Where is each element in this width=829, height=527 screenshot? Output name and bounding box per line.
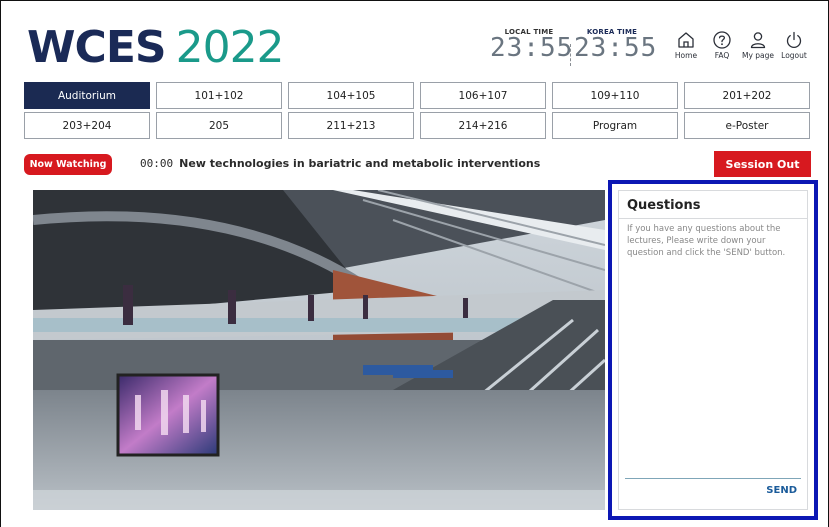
logo-wordmark: WCES <box>27 22 167 73</box>
question-icon <box>713 31 731 49</box>
tab-201-202[interactable]: 201+202 <box>684 82 810 109</box>
logout-label: Logout <box>781 51 807 60</box>
send-button[interactable]: SEND <box>766 485 797 496</box>
power-icon <box>786 31 802 49</box>
questions-panel: Questions If you have any questions abou… <box>608 180 818 520</box>
tab-205[interactable]: 205 <box>156 112 282 139</box>
send-divider <box>625 478 801 479</box>
top-navigation: Home FAQ My page Logout <box>668 30 812 60</box>
home-icon <box>678 32 694 48</box>
tab-program[interactable]: Program <box>552 112 678 139</box>
tab-auditorium[interactable]: Auditorium <box>24 82 150 109</box>
tab-106-107[interactable]: 106+107 <box>420 82 546 109</box>
questions-instructions[interactable]: If you have any questions about the lect… <box>627 223 801 259</box>
logout-button[interactable]: Logout <box>776 30 812 60</box>
clock-divider <box>570 44 571 66</box>
questions-form: Questions If you have any questions abou… <box>618 190 808 510</box>
tab-e-poster[interactable]: e-Poster <box>684 112 810 139</box>
user-icon <box>750 32 766 49</box>
video-frame <box>33 190 605 510</box>
tab-104-105[interactable]: 104+105 <box>288 82 414 109</box>
mypage-button[interactable]: My page <box>740 30 776 60</box>
questions-title: Questions <box>627 198 701 213</box>
korea-time-value: 23:55 <box>574 33 658 63</box>
session-timestamp: 00:00 <box>140 157 174 170</box>
tab-214-216[interactable]: 214+216 <box>420 112 546 139</box>
wces-logo: WCES 2022 <box>27 26 285 70</box>
now-watching-badge: Now Watching <box>24 154 112 175</box>
mypage-label: My page <box>741 51 775 60</box>
tab-101-102[interactable]: 101+102 <box>156 82 282 109</box>
korea-time-clock: KOREA TIME 23:55 <box>574 28 656 62</box>
faq-button[interactable]: FAQ <box>704 30 740 60</box>
questions-divider <box>619 218 807 219</box>
video-player[interactable] <box>33 190 605 510</box>
local-time-value: 23:55 <box>490 33 574 63</box>
local-time-clock: LOCAL TIME 23:55 <box>490 28 572 62</box>
tab-203-204[interactable]: 203+204 <box>24 112 150 139</box>
logo-year: 2022 <box>175 22 285 73</box>
session-out-button[interactable]: Session Out <box>714 151 811 177</box>
tab-211-213[interactable]: 211+213 <box>288 112 414 139</box>
tab-109-110[interactable]: 109+110 <box>552 82 678 109</box>
home-button[interactable]: Home <box>668 30 704 60</box>
room-tabs: Auditorium 101+102 104+105 106+107 109+1… <box>24 82 810 139</box>
faq-label: FAQ <box>714 51 730 60</box>
home-label: Home <box>674 51 698 60</box>
session-title: New technologies in bariatric and metabo… <box>179 157 541 170</box>
current-session: 00:00 New technologies in bariatric and m… <box>140 157 540 170</box>
